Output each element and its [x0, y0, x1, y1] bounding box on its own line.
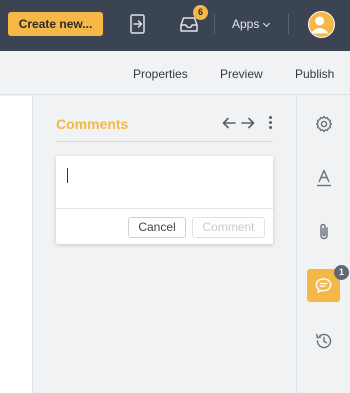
tab-properties[interactable]: Properties	[133, 67, 188, 81]
notification-badge: 6	[193, 5, 208, 20]
text-format-icon[interactable]	[314, 168, 334, 188]
right-rail: 1	[296, 96, 350, 393]
arrow-left-icon[interactable]	[222, 116, 236, 130]
chevron-down-icon	[263, 19, 271, 28]
create-new-button[interactable]: Create new...	[8, 12, 103, 36]
text-cursor	[67, 168, 68, 183]
cancel-button[interactable]: Cancel	[128, 217, 186, 238]
tab-publish[interactable]: Publish	[295, 67, 334, 81]
apps-menu[interactable]: Apps	[232, 17, 271, 31]
comment-composer: Cancel Comment	[56, 156, 273, 244]
exit-icon[interactable]	[128, 13, 148, 35]
avatar[interactable]	[308, 11, 335, 38]
comment-icon	[315, 278, 332, 293]
apps-label: Apps	[232, 17, 260, 31]
settings-icon[interactable]	[314, 114, 334, 134]
sub-navigation: Properties Preview Publish	[0, 51, 350, 95]
comment-count-badge: 1	[334, 265, 349, 280]
topbar-divider	[288, 14, 289, 34]
composer-divider	[56, 208, 273, 209]
avatar-icon	[310, 16, 329, 34]
title-divider	[56, 141, 273, 142]
arrow-right-icon[interactable]	[241, 116, 255, 130]
attachment-icon[interactable]	[314, 222, 334, 242]
more-vertical-icon[interactable]	[269, 116, 273, 130]
comment-input[interactable]	[56, 156, 273, 208]
editor-canvas	[0, 96, 33, 393]
topbar-divider	[214, 14, 215, 34]
comment-submit-button[interactable]: Comment	[192, 217, 265, 238]
comments-title: Comments	[56, 116, 129, 132]
top-bar: Create new... 6 Apps	[0, 0, 350, 51]
history-icon[interactable]	[314, 331, 334, 351]
comments-panel: Comments Cancel Comment	[33, 96, 296, 393]
tab-preview[interactable]: Preview	[220, 67, 263, 81]
